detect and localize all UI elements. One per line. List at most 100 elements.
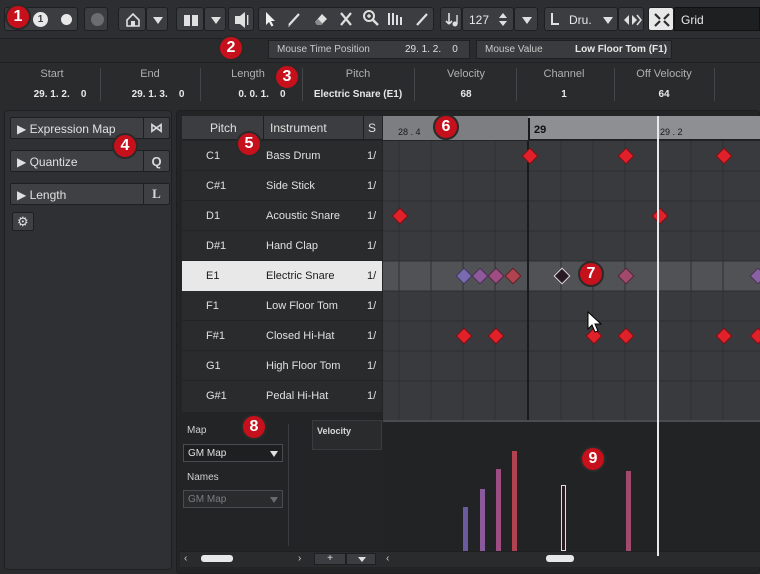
grid-select[interactable]: Grid — [674, 7, 760, 31]
speaker-icon — [235, 12, 249, 28]
note-grid[interactable] — [383, 141, 760, 422]
ruler-bar-label: 29 — [534, 124, 547, 136]
quantize-label: ▶ Quantize — [17, 155, 78, 169]
ruler-bar-line — [528, 118, 530, 140]
erase-icon[interactable] — [312, 10, 330, 28]
snap-dropdown[interactable] — [204, 7, 226, 31]
solo-icon[interactable]: 1 — [33, 12, 48, 27]
lane-dropdown-button[interactable] — [346, 553, 376, 565]
length-value[interactable]: 0. 0. 1. 0 — [222, 89, 302, 100]
expression-map-icon[interactable]: ⋈ — [143, 118, 169, 138]
down-arrow-icon[interactable] — [499, 21, 507, 26]
mouse-pointer-icon — [587, 310, 603, 333]
velocity-lane-header: Velocity — [312, 420, 382, 450]
mouse-value-field: Mouse Value Low Floor Tom (F1) — [476, 40, 672, 59]
map-label: Map — [187, 425, 207, 436]
length-section[interactable]: ▶ Length L — [10, 183, 170, 205]
row-quantize: 1/ — [367, 390, 377, 402]
map-value: GM Map — [188, 448, 227, 459]
row-instrument: Pedal Hi-Hat — [266, 390, 329, 402]
channel-value[interactable]: 1 — [516, 89, 612, 100]
insert-velocity-field[interactable]: 127 — [462, 7, 514, 31]
snap-type-button[interactable] — [648, 7, 674, 31]
velocity-label: Velocity — [447, 68, 485, 80]
chevron-down-icon — [603, 17, 613, 24]
time-warp-icon[interactable] — [386, 10, 406, 28]
velocity-lane[interactable] — [383, 422, 760, 551]
editor-scrollbar-thumb[interactable] — [546, 555, 574, 562]
length-key[interactable]: L — [143, 184, 169, 204]
chevron-down-icon — [211, 17, 221, 24]
gear-icon: ⚙ — [17, 214, 29, 229]
velocity-value[interactable]: 68 — [418, 89, 514, 100]
line-tool-icon[interactable] — [414, 10, 430, 28]
callout-marker: 8 — [241, 414, 267, 440]
velocity-bar[interactable] — [512, 451, 517, 551]
scroll-left-icon[interactable]: ‹ — [386, 553, 389, 564]
row-pitch: G#1 — [206, 390, 227, 402]
scroll-left-icon[interactable]: ‹ — [184, 553, 187, 564]
auto-scroll-dropdown[interactable] — [146, 7, 168, 31]
bottom-scroll-area — [180, 551, 760, 567]
column-divider — [263, 116, 264, 140]
chevron-down-icon — [358, 557, 366, 562]
velocity-dropdown[interactable] — [514, 7, 538, 31]
mouse-time-field: Mouse Time Position 29. 1. 2. 0 — [268, 40, 470, 59]
list-scrollbar-thumb[interactable] — [201, 555, 233, 562]
end-value[interactable]: 29. 1. 3. 0 — [118, 89, 198, 100]
row-instrument: Acoustic Snare — [266, 210, 340, 222]
chevron-down-icon — [270, 451, 278, 457]
instrument-column-header[interactable]: Instrument — [270, 121, 327, 135]
object-selection-icon[interactable] — [262, 10, 278, 28]
row-instrument: High Floor Tom — [266, 360, 341, 372]
add-lane-button[interactable]: + — [314, 553, 346, 565]
map-select[interactable]: GM Map — [183, 444, 283, 462]
acoustic-feedback-button[interactable] — [228, 7, 254, 31]
zoom-icon[interactable] — [362, 9, 380, 27]
velocity-bar[interactable] — [626, 471, 631, 551]
pitch-column-header[interactable]: Pitch — [210, 121, 237, 135]
divider — [714, 68, 715, 101]
row-instrument: Hand Clap — [266, 240, 318, 252]
divider — [100, 68, 101, 101]
velocity-bar[interactable] — [496, 469, 501, 551]
settings-button[interactable]: ⚙ — [12, 212, 34, 231]
retrospective-record-button[interactable] — [84, 7, 108, 31]
velocity-bar-selected[interactable] — [561, 485, 566, 551]
end-label: End — [140, 68, 160, 80]
s-column-header[interactable]: S — [368, 121, 376, 135]
mute-icon[interactable] — [338, 10, 354, 28]
quantize-preset-select[interactable]: Dru. — [544, 7, 618, 31]
up-arrow-icon[interactable] — [499, 13, 507, 18]
moon-icon — [91, 13, 104, 26]
record-icon[interactable] — [61, 14, 72, 25]
off-velocity-value[interactable]: 64 — [614, 89, 714, 100]
channel-label: Channel — [543, 68, 585, 80]
row-pitch: E1 — [206, 270, 220, 282]
pitch-value[interactable]: Electric Snare (E1) — [306, 89, 410, 100]
callout-marker: 4 — [112, 133, 138, 159]
callout-marker: 2 — [218, 35, 244, 61]
divider — [200, 68, 201, 101]
velocity-bar[interactable] — [480, 489, 485, 551]
auto-scroll-button[interactable] — [118, 7, 146, 31]
velocity-bar[interactable] — [463, 507, 468, 551]
quantize-section[interactable]: ▶ Quantize Q — [10, 150, 170, 172]
draw-icon[interactable] — [286, 10, 302, 28]
controller-divider — [288, 424, 289, 546]
expression-map-section[interactable]: ▶ Expression Map ⋈ — [10, 117, 170, 139]
quantize-key[interactable]: Q — [143, 151, 169, 171]
scroll-right-icon[interactable]: › — [298, 553, 301, 564]
row-pitch: C#1 — [206, 180, 227, 192]
divider — [414, 68, 415, 101]
start-value[interactable]: 29. 1. 2. 0 — [20, 89, 100, 100]
row-quantize: 1/ — [367, 270, 377, 282]
tempo-value[interactable]: 127 — [469, 13, 489, 27]
row-quantize: 1/ — [367, 300, 377, 312]
apply-quantize-button[interactable] — [618, 7, 644, 31]
row-pitch: F1 — [206, 300, 219, 312]
row-quantize: 1/ — [367, 330, 377, 342]
snap-button[interactable] — [176, 7, 204, 31]
names-select[interactable]: GM Map — [183, 490, 283, 508]
step-input-button[interactable] — [440, 7, 462, 31]
